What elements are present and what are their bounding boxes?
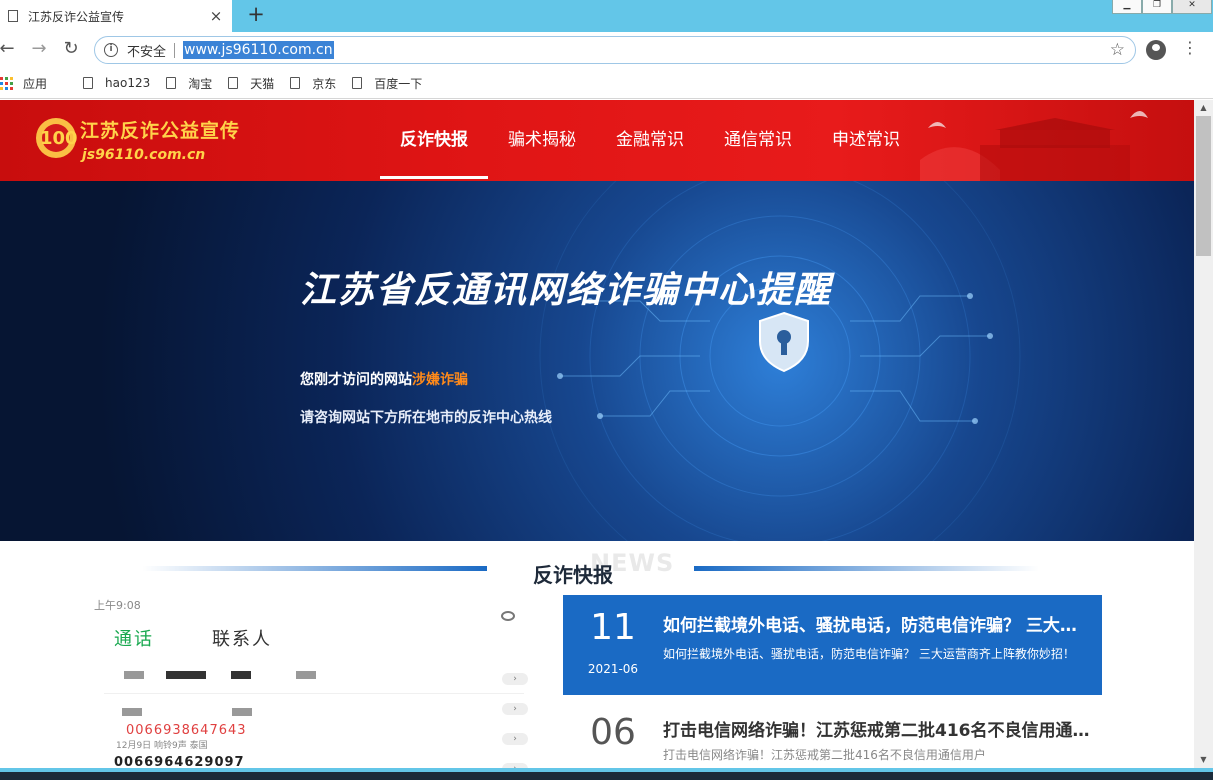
nav-item-appeal-tips[interactable]: 申述常识 [812, 100, 920, 181]
close-tab-icon[interactable]: × [206, 7, 226, 25]
shield-lock-icon [759, 311, 809, 373]
news-day: 11 [590, 607, 636, 648]
bookmark-label: 京东 [312, 76, 337, 91]
window-controls: ▁ ❐ ✕ [1112, 0, 1212, 14]
profile-icon[interactable] [1146, 40, 1166, 60]
bookmark-label: 天猫 [250, 76, 275, 91]
phone-tab-contacts: 联系人 [212, 629, 272, 650]
phone-number-1: 0066938647643 [126, 723, 247, 738]
warning-banner: 江苏省反通讯网络诈骗中心提醒 您刚才访问的网站涉嫌诈骗 请咨询网站下方所在地市的… [0, 181, 1194, 541]
banner-warning-prefix: 您刚才访问的网站 [300, 372, 412, 388]
circuit-background [539, 181, 1021, 541]
scroll-up-arrow-icon[interactable]: ▲ [1194, 100, 1213, 116]
bookmark-tmall[interactable]: 天猫 [228, 75, 274, 92]
page-icon [83, 77, 94, 89]
redacted-block [124, 671, 144, 679]
news-desc: 如何拦截境外电话、骚扰电话，防范电信诈骗？ 三大运营商齐上阵教你妙招！ [663, 647, 1075, 661]
site-logo-domain: js96110.com.cn [82, 147, 206, 163]
divider [104, 693, 524, 694]
bookmark-label: hao123 [105, 76, 151, 90]
site-logo-title[interactable]: 江苏反诈公益宣传 [80, 116, 240, 143]
banner-title: 江苏省反通讯网络诈骗中心提醒 [300, 270, 833, 311]
insecure-label: 不安全 [127, 44, 167, 60]
bookmark-apps[interactable]: 应用 [0, 75, 47, 92]
phone-status-bar: 上午9:08 [94, 599, 141, 612]
page-icon [352, 77, 363, 89]
chevron-right-icon: › [502, 673, 528, 685]
scrollbar-thumb[interactable] [1196, 116, 1211, 256]
news-featured-image[interactable]: 上午9:08 通话 联系人 › › 0066938647643 12月9日 响铃… [84, 597, 549, 780]
nav-item-finance-tips[interactable]: 金融常识 [596, 100, 704, 181]
banner-advice-line: 请咨询网站下方所在地市的反诈中心热线 [300, 410, 552, 426]
bookmark-label: 淘宝 [188, 76, 213, 91]
news-title[interactable]: 如何拦截境外电话、骚扰电话，防范电信诈骗？ 三大运营商齐上阵教你妙招！ [663, 611, 1093, 636]
page-scrollbar[interactable]: ▲ ▼ [1194, 100, 1213, 768]
separator [174, 42, 176, 58]
section-divider-right [694, 566, 1039, 571]
svg-text:100: 100 [40, 128, 78, 149]
page-icon [8, 10, 18, 22]
chevron-right-icon: › [502, 703, 528, 715]
bookmark-taobao[interactable]: 淘宝 [166, 75, 212, 92]
bookmark-label: 百度一下 [374, 76, 423, 91]
bookmarks-bar: 应用 hao123 淘宝 天猫 京东 百度一下 [0, 68, 1213, 99]
forward-arrow-icon[interactable]: → [28, 38, 50, 60]
page-icon [290, 77, 301, 89]
address-bar[interactable]: i 不安全 www.js96110.com.cn ☆ [94, 36, 1136, 64]
bookmark-baidu[interactable]: 百度一下 [352, 75, 422, 92]
apps-grid-icon [0, 76, 13, 90]
maximize-button[interactable]: ❐ [1142, 0, 1172, 14]
news-day: 06 [590, 712, 636, 753]
tab-title: 江苏反诈公益宣传 [28, 9, 125, 24]
redacted-block [232, 708, 252, 716]
back-arrow-icon[interactable]: ← [0, 38, 18, 60]
redacted-block [296, 671, 316, 679]
url-text[interactable]: www.js96110.com.cn [183, 41, 334, 59]
scroll-down-arrow-icon[interactable]: ▼ [1194, 752, 1213, 768]
news-title[interactable]: 打击电信网络诈骗！江苏惩戒第二批416名不良信用通信用户 [663, 716, 1093, 741]
bookmark-hao123[interactable]: hao123 [83, 76, 150, 90]
page-icon [166, 77, 177, 89]
news-desc: 打击电信网络诈骗！江苏惩戒第二批416名不良信用通信用户 [663, 748, 986, 762]
bookmark-jd[interactable]: 京东 [290, 75, 336, 92]
section-title: 反诈快报 [533, 563, 613, 587]
page-icon [228, 77, 239, 89]
banner-warning-highlight: 涉嫌诈骗 [412, 372, 468, 388]
phone-tab-calls: 通话 [114, 629, 154, 650]
redacted-block [231, 671, 251, 679]
taskbar-strip [0, 772, 1213, 780]
info-icon[interactable]: i [104, 43, 118, 57]
nav-item-telecom-tips[interactable]: 通信常识 [704, 100, 812, 181]
browser-tab[interactable]: 江苏反诈公益宣传 × [0, 0, 232, 32]
menu-icon[interactable]: ⋮ [1182, 38, 1198, 57]
redacted-block [166, 671, 206, 679]
close-window-button[interactable]: ✕ [1172, 0, 1212, 14]
chevron-right-icon: › [502, 733, 528, 745]
browser-tab-bar: 江苏反诈公益宣传 × + ▁ ❐ ✕ [0, 0, 1213, 32]
tiananmen-decoration [920, 111, 1148, 181]
news-date: 2021-06 [587, 662, 639, 676]
phone-call-info: 12月9日 响铃9声 泰国 [116, 741, 208, 751]
banner-warning-line: 您刚才访问的网站涉嫌诈骗 [300, 369, 468, 389]
minimize-button[interactable]: ▁ [1112, 0, 1142, 14]
phone-settings-icon [501, 611, 515, 621]
bookmark-star-icon[interactable]: ☆ [1110, 40, 1125, 60]
reload-icon[interactable]: ↻ [60, 38, 82, 60]
redacted-block [122, 708, 142, 716]
nav-item-scam-revealed[interactable]: 骗术揭秘 [488, 100, 596, 181]
nav-item-anti-fraud-news[interactable]: 反诈快报 [380, 100, 488, 181]
new-tab-button[interactable]: + [244, 2, 268, 26]
section-header: NEWS 反诈快报 [0, 541, 1194, 597]
section-divider-left [142, 566, 487, 571]
bookmark-label: 应用 [23, 76, 48, 91]
site-header: 100 江苏反诈公益宣传 js96110.com.cn 反诈快报 骗术揭秘 金融… [0, 100, 1194, 181]
browser-toolbar: ← → ↻ i 不安全 www.js96110.com.cn ☆ ⋮ [0, 32, 1213, 68]
web-page: 100 江苏反诈公益宣传 js96110.com.cn 反诈快报 骗术揭秘 金融… [0, 100, 1194, 780]
news-item[interactable]: 11 2021-06 如何拦截境外电话、骚扰电话，防范电信诈骗？ 三大运营商齐上… [563, 595, 1102, 695]
main-nav: 反诈快报 骗术揭秘 金融常识 通信常识 申述常识 [380, 100, 920, 181]
